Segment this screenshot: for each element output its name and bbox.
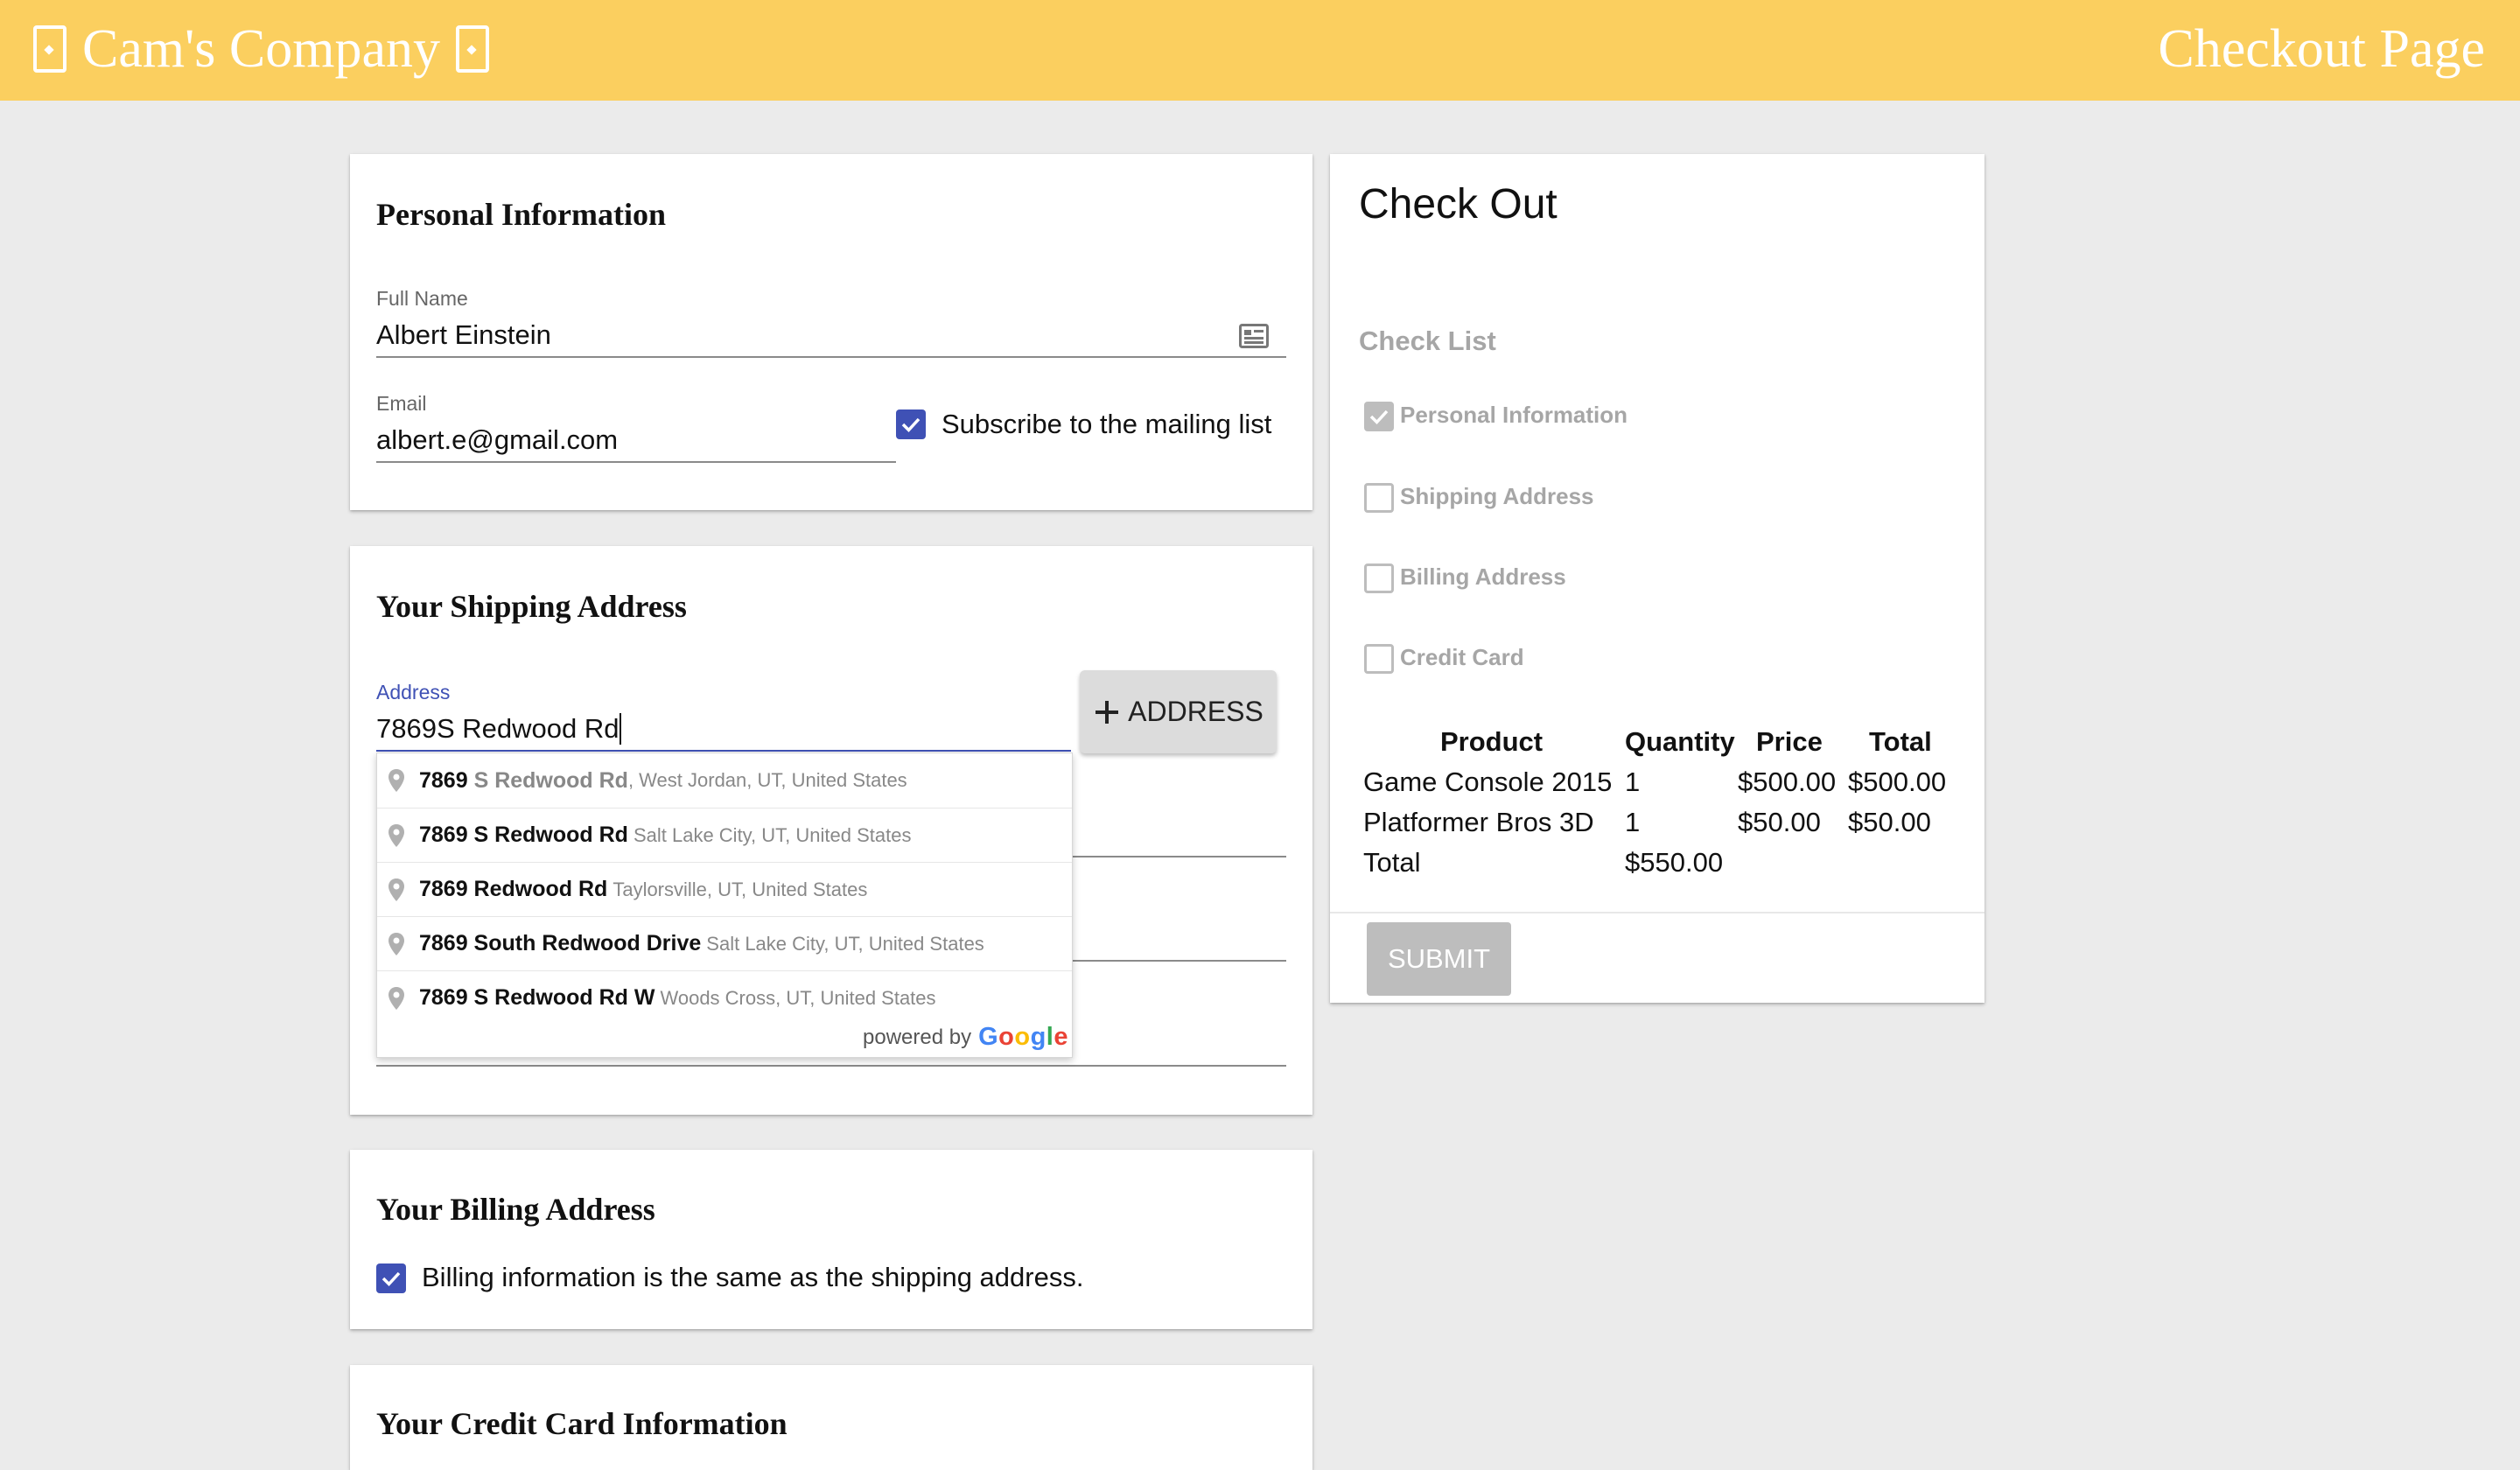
- table-cell: $500.00: [1738, 766, 1837, 797]
- shipping-title: Your Shipping Address: [376, 589, 687, 624]
- full-name-label: Full Name: [376, 287, 468, 310]
- suggestion-secondary: Taylorsville, UT, United States: [612, 878, 868, 900]
- page-title: Checkout Page: [2158, 19, 2485, 79]
- credit-card-title: Your Credit Card Information: [376, 1406, 788, 1441]
- table-header: Quantity: [1625, 726, 1735, 757]
- full-name-field[interactable]: Albert Einstein: [376, 319, 551, 351]
- card-icon: [456, 25, 489, 73]
- contact-card-icon[interactable]: [1239, 324, 1269, 348]
- billing-panel: [350, 1150, 1312, 1329]
- address-label: Address: [376, 681, 451, 704]
- check-icon: [901, 417, 920, 433]
- brand: Cam's Company: [33, 14, 489, 84]
- total-value: $550.00: [1625, 847, 1724, 878]
- submit-button[interactable]: SUBMIT: [1367, 922, 1511, 996]
- check-icon: [1369, 410, 1389, 425]
- field-underline: [1071, 960, 1286, 962]
- card-icon: [33, 25, 66, 73]
- table-cell: Game Console 2015: [1363, 766, 1613, 797]
- suggestion-item[interactable]: 7869 S Redwood Rd Salt Lake City, UT, Un…: [377, 808, 1072, 862]
- map-pin-icon: [388, 932, 404, 956]
- table-header: Product: [1440, 726, 1544, 757]
- table-cell: Platformer Bros 3D: [1363, 807, 1594, 837]
- suggestion-item[interactable]: 7869 S Redwood Rd , West Jordan, UT, Uni…: [377, 753, 1072, 808]
- billing-same-checkbox[interactable]: [376, 1264, 406, 1293]
- plus-icon: [1096, 700, 1119, 724]
- checklist-label: Personal Information: [1400, 402, 1628, 428]
- table-cell: 1: [1625, 766, 1641, 797]
- suggestion-secondary: Salt Lake City, UT, United States: [633, 823, 912, 846]
- table-cell: 1: [1625, 807, 1641, 837]
- field-underline: [376, 1065, 1286, 1067]
- map-pin-icon: [388, 823, 404, 847]
- suggestion-match: 7869 South Redwood Drive: [419, 931, 702, 956]
- checklist-title: Check List: [1359, 326, 1496, 356]
- map-pin-icon: [388, 878, 404, 901]
- checklist-label: Credit Card: [1400, 644, 1524, 670]
- billing-same-label: Billing information is the same as the s…: [422, 1262, 1084, 1292]
- brand-name: Cam's Company: [82, 18, 440, 79]
- field-underline: [1071, 856, 1286, 858]
- full-name-underline: [376, 356, 1286, 358]
- map-pin-icon: [388, 769, 404, 792]
- subscribe-checkbox[interactable]: [896, 410, 926, 439]
- total-label: Total: [1363, 847, 1421, 878]
- address-underline: [376, 750, 1071, 752]
- add-address-button[interactable]: ADDRESS: [1080, 670, 1277, 753]
- divider: [1330, 912, 1984, 914]
- table-header: Price: [1756, 726, 1823, 757]
- suggestion-item[interactable]: 7869 Redwood Rd Taylorsville, UT, United…: [377, 862, 1072, 916]
- suggestion-item[interactable]: 7869 S Redwood Rd W Woods Cross, UT, Uni…: [377, 970, 1072, 1025]
- suggestion-secondary: , West Jordan, UT, United States: [627, 769, 907, 791]
- map-pin-icon: [388, 986, 404, 1010]
- suggestion-match: 7869 S Redwood Rd: [419, 822, 628, 847]
- checkout-title: Check Out: [1359, 181, 1558, 228]
- billing-title: Your Billing Address: [376, 1192, 655, 1227]
- suggestion-secondary: Salt Lake City, UT, United States: [706, 932, 984, 955]
- checklist-checkbox-billing: [1364, 564, 1394, 593]
- personal-info-title: Personal Information: [376, 197, 666, 232]
- email-field[interactable]: albert.e@gmail.com: [376, 424, 618, 456]
- subscribe-label: Subscribe to the mailing list: [942, 409, 1272, 439]
- checklist-checkbox-credit: [1364, 644, 1394, 674]
- table-cell: $50.00: [1848, 807, 1931, 837]
- checklist-checkbox-shipping: [1364, 483, 1394, 513]
- suggestion-match: 7869 S Redwood Rd W: [419, 985, 655, 1010]
- email-label: Email: [376, 392, 427, 415]
- checklist-label: Shipping Address: [1400, 483, 1594, 509]
- check-icon: [382, 1271, 401, 1287]
- suggestion-item[interactable]: 7869 South Redwood Drive Salt Lake City,…: [377, 916, 1072, 970]
- suggestion-match: 7869 Redwood Rd: [419, 877, 608, 901]
- add-address-label: ADDRESS: [1128, 696, 1264, 727]
- table-header: Total: [1869, 726, 1932, 757]
- address-suggestions: 7869 S Redwood Rd , West Jordan, UT, Uni…: [376, 752, 1073, 1058]
- powered-by-google: powered by Google: [863, 1023, 1068, 1052]
- email-underline: [376, 461, 896, 463]
- table-cell: $500.00: [1848, 766, 1947, 797]
- top-bar: Cam's Company Checkout Page: [0, 0, 2520, 101]
- address-input[interactable]: 7869S Redwood Rd: [376, 713, 622, 745]
- google-logo: Google: [978, 1023, 1068, 1051]
- checklist-checkbox-personal: [1364, 402, 1394, 431]
- table-cell: $50.00: [1738, 807, 1821, 837]
- suggestion-match: 7869: [419, 767, 468, 793]
- suggestion-rest: S Redwood Rd: [467, 767, 628, 793]
- powered-by-text: powered by: [863, 1025, 972, 1049]
- suggestion-secondary: Woods Cross, UT, United States: [660, 986, 936, 1009]
- checklist-label: Billing Address: [1400, 564, 1566, 590]
